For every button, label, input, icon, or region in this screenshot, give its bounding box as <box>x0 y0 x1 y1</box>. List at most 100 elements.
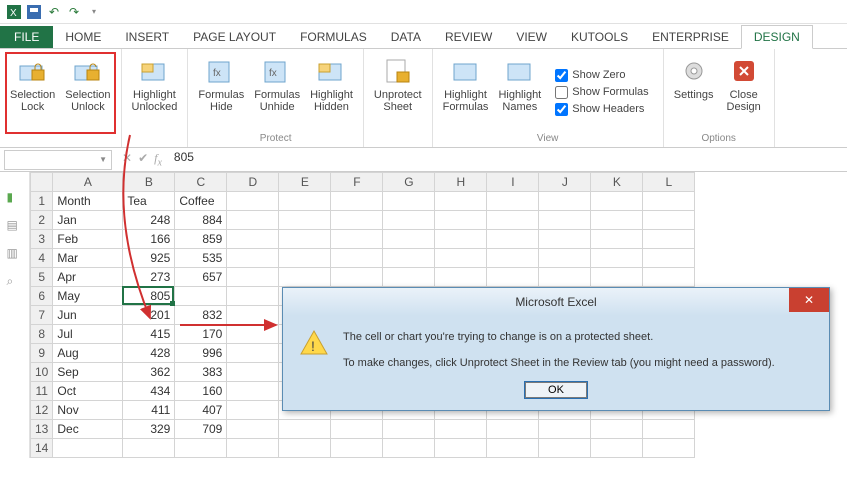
row-header-11[interactable]: 11 <box>31 382 53 401</box>
cell-E13[interactable] <box>279 420 331 439</box>
cell-C4[interactable]: 535 <box>175 249 227 268</box>
row-header-9[interactable]: 9 <box>31 344 53 363</box>
cell-E5[interactable] <box>279 268 331 287</box>
cell-A13[interactable]: Dec <box>53 420 123 439</box>
cell-C5[interactable]: 657 <box>175 268 227 287</box>
cell-A10[interactable]: Sep <box>53 363 123 382</box>
row-header-12[interactable]: 12 <box>31 401 53 420</box>
cell-E2[interactable] <box>279 211 331 230</box>
undo-icon[interactable]: ↶ <box>46 4 62 20</box>
cell-A7[interactable]: Jun <box>53 306 123 325</box>
cell-J5[interactable] <box>539 268 591 287</box>
cell-I4[interactable] <box>487 249 539 268</box>
highlight-unlocked-button[interactable]: Highlight Unlocked <box>128 53 182 142</box>
cell-F2[interactable] <box>331 211 383 230</box>
col-header-K[interactable]: K <box>591 173 643 192</box>
cell-C9[interactable]: 996 <box>175 344 227 363</box>
cell-B12[interactable]: 411 <box>123 401 175 420</box>
cell-A14[interactable] <box>53 439 123 458</box>
dialog-ok-button[interactable]: OK <box>525 382 587 398</box>
selection-unlock-button[interactable]: Selection Unlock <box>61 53 114 142</box>
cell-C13[interactable]: 709 <box>175 420 227 439</box>
cell-L2[interactable] <box>643 211 695 230</box>
chevron-down-icon[interactable]: ▼ <box>99 155 107 164</box>
tab-design[interactable]: DESIGN <box>741 25 813 49</box>
cell-H2[interactable] <box>435 211 487 230</box>
cell-D2[interactable] <box>227 211 279 230</box>
gutter-icon-1[interactable]: ▮ <box>7 190 23 204</box>
cell-F5[interactable] <box>331 268 383 287</box>
cell-C11[interactable]: 160 <box>175 382 227 401</box>
cell-B5[interactable]: 273 <box>123 268 175 287</box>
tab-kutools[interactable]: KUTOOLS <box>559 26 640 48</box>
col-header-B[interactable]: B <box>123 173 175 192</box>
formula-input[interactable]: 805 <box>168 150 847 170</box>
cell-B4[interactable]: 925 <box>123 249 175 268</box>
cell-B2[interactable]: 248 <box>123 211 175 230</box>
cell-D11[interactable] <box>227 382 279 401</box>
row-header-2[interactable]: 2 <box>31 211 53 230</box>
cell-I14[interactable] <box>487 439 539 458</box>
cell-G4[interactable] <box>383 249 435 268</box>
cell-B13[interactable]: 329 <box>123 420 175 439</box>
cell-K5[interactable] <box>591 268 643 287</box>
name-box[interactable]: ▼ <box>4 150 112 170</box>
tab-enterprise[interactable]: ENTERPRISE <box>640 26 741 48</box>
cell-H3[interactable] <box>435 230 487 249</box>
selection-lock-button[interactable]: Selection Lock <box>6 53 59 142</box>
cell-A8[interactable]: Jul <box>53 325 123 344</box>
highlight-names-button[interactable]: Highlight Names <box>494 53 545 131</box>
cell-C12[interactable]: 407 <box>175 401 227 420</box>
col-header-G[interactable]: G <box>383 173 435 192</box>
cell-L1[interactable] <box>643 192 695 211</box>
enter-icon[interactable]: ✔ <box>138 151 148 168</box>
cell-A3[interactable]: Feb <box>53 230 123 249</box>
cell-J2[interactable] <box>539 211 591 230</box>
cell-D14[interactable] <box>227 439 279 458</box>
cell-D5[interactable] <box>227 268 279 287</box>
cell-C2[interactable]: 884 <box>175 211 227 230</box>
cell-A11[interactable]: Oct <box>53 382 123 401</box>
cell-G1[interactable] <box>383 192 435 211</box>
cell-J14[interactable] <box>539 439 591 458</box>
cell-H13[interactable] <box>435 420 487 439</box>
cell-L14[interactable] <box>643 439 695 458</box>
row-header-10[interactable]: 10 <box>31 363 53 382</box>
gutter-icon-4[interactable]: ⌕ <box>7 274 23 288</box>
cell-A4[interactable]: Mar <box>53 249 123 268</box>
cell-E3[interactable] <box>279 230 331 249</box>
cell-B14[interactable] <box>123 439 175 458</box>
gutter-icon-2[interactable]: ▤ <box>7 218 23 232</box>
settings-button[interactable]: Settings <box>670 53 718 131</box>
cell-D9[interactable] <box>227 344 279 363</box>
tab-home[interactable]: HOME <box>53 26 113 48</box>
cell-B6[interactable]: 805 <box>123 287 175 306</box>
cell-E14[interactable] <box>279 439 331 458</box>
cell-D12[interactable] <box>227 401 279 420</box>
cell-H4[interactable] <box>435 249 487 268</box>
row-header-1[interactable]: 1 <box>31 192 53 211</box>
cell-D6[interactable] <box>227 287 279 306</box>
cell-K4[interactable] <box>591 249 643 268</box>
cell-G2[interactable] <box>383 211 435 230</box>
tab-file[interactable]: FILE <box>0 26 53 48</box>
cell-K14[interactable] <box>591 439 643 458</box>
select-all-cell[interactable] <box>31 173 53 192</box>
cell-L5[interactable] <box>643 268 695 287</box>
save-icon[interactable] <box>26 4 42 20</box>
cell-A5[interactable]: Apr <box>53 268 123 287</box>
gutter-icon-3[interactable]: ▥ <box>7 246 23 260</box>
cell-E1[interactable] <box>279 192 331 211</box>
cell-F4[interactable] <box>331 249 383 268</box>
cell-C14[interactable] <box>175 439 227 458</box>
col-header-A[interactable]: A <box>53 173 123 192</box>
tab-insert[interactable]: INSERT <box>113 26 181 48</box>
cell-K2[interactable] <box>591 211 643 230</box>
cell-D13[interactable] <box>227 420 279 439</box>
cell-B7[interactable]: 201 <box>123 306 175 325</box>
row-header-14[interactable]: 14 <box>31 439 53 458</box>
cell-G14[interactable] <box>383 439 435 458</box>
cell-B8[interactable]: 415 <box>123 325 175 344</box>
cell-L3[interactable] <box>643 230 695 249</box>
col-header-F[interactable]: F <box>331 173 383 192</box>
